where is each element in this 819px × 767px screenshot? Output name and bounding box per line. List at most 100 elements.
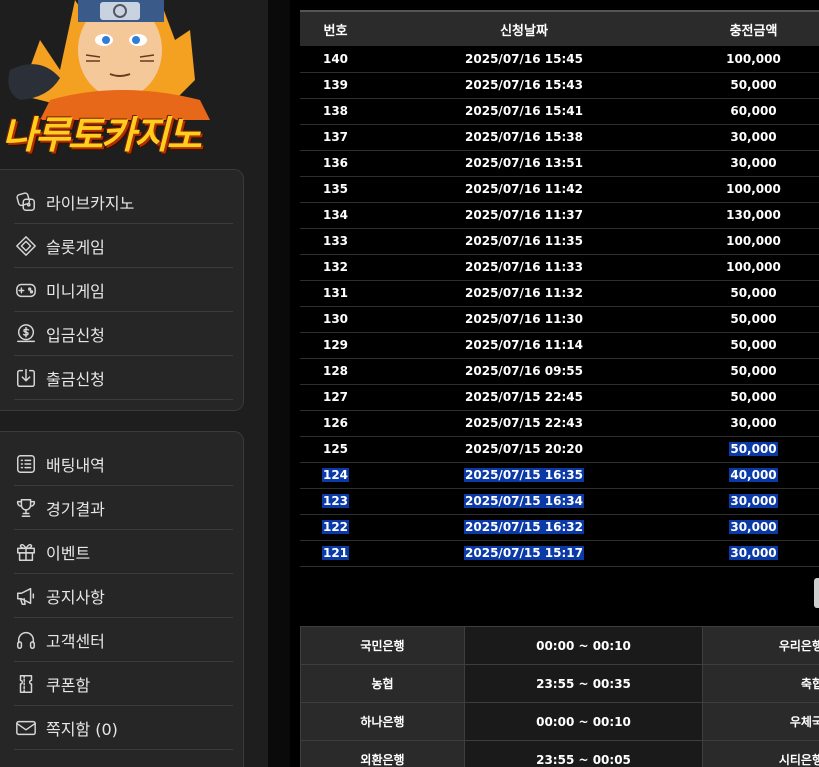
table-row: 134 2025/07/16 11:37 130,000 — [300, 202, 819, 229]
table-row: 122 2025/07/15 16:32 30,000 — [300, 514, 819, 541]
cell-charge-amount-text: 30,000 — [730, 130, 777, 144]
sidebar-divider — [268, 0, 290, 767]
cell-request-date: 2025/07/16 15:41 — [371, 98, 677, 125]
maintenance-hours: 00:00 ~ 00:10 — [464, 626, 703, 665]
menu-item-coupon-box[interactable]: 쿠폰함 — [14, 662, 233, 706]
table-row: 121 2025/07/15 15:17 30,000 — [300, 540, 819, 567]
cell-charge-amount: 100,000 — [677, 46, 819, 73]
bank-name-second: 시티은행 — [702, 740, 819, 767]
menu-item-mini-game[interactable]: 미니게임 — [14, 268, 233, 312]
cell-charge-amount: 40,000 — [677, 462, 819, 489]
menu-item-deposit[interactable]: 입금신청 — [14, 312, 233, 356]
cell-request-date: 2025/07/15 15:17 — [371, 540, 677, 567]
cell-request-date: 2025/07/16 15:43 — [371, 72, 677, 99]
cell-charge-amount-text: 50,000 — [730, 390, 777, 404]
cell-number-text: 121 — [321, 546, 350, 560]
casino-chip-icon — [14, 190, 38, 214]
cell-charge-amount-text: 50,000 — [729, 442, 778, 456]
menu-item-bet-history[interactable]: 배팅내역 — [14, 442, 233, 486]
cell-charge-amount-text: 60,000 — [730, 104, 777, 118]
table-row: 135 2025/07/16 11:42 100,000 — [300, 176, 819, 203]
cell-request-date-text: 2025/07/16 11:30 — [465, 312, 583, 326]
table-header-row: 번호 신청날짜 충전금액 — [300, 10, 819, 46]
table-row: 139 2025/07/16 15:43 50,000 — [300, 72, 819, 99]
cell-number: 130 — [300, 306, 371, 333]
cell-number: 139 — [300, 72, 371, 99]
deposit-table-body: 140 2025/07/16 15:45 100,000 139 2025/07/16 … — [300, 46, 819, 567]
cell-number: 125 — [300, 436, 371, 463]
cell-charge-amount-text: 50,000 — [730, 338, 777, 352]
cell-number-text: 126 — [322, 416, 349, 430]
cell-number-text: 122 — [321, 520, 350, 534]
bank-maintenance-table: 국민은행 00:00 ~ 00:10 우리은행 농협 23:55 ~ 00:35 축협 하나… — [300, 626, 819, 767]
cell-number-text: 136 — [322, 156, 349, 170]
cell-charge-amount-text: 100,000 — [726, 260, 781, 274]
bank-name: 외환은행 — [300, 740, 465, 767]
maintenance-hours: 23:55 ~ 00:05 — [464, 740, 703, 767]
cell-number: 132 — [300, 254, 371, 281]
cell-charge-amount: 100,000 — [677, 228, 819, 255]
cell-number-text: 138 — [322, 104, 349, 118]
cell-number: 122 — [300, 514, 371, 541]
logo-text: 나루토카지노 — [2, 113, 202, 157]
cell-charge-amount: 50,000 — [677, 332, 819, 359]
maintenance-hours: 23:55 ~ 00:35 — [464, 664, 703, 703]
cell-charge-amount-text: 30,000 — [730, 156, 777, 170]
bank-row: 국민은행 00:00 ~ 00:10 우리은행 — [300, 626, 819, 665]
cell-number: 127 — [300, 384, 371, 411]
cell-request-date-text: 2025/07/16 15:41 — [465, 104, 583, 118]
menu-item-match-results[interactable]: 경기결과 — [14, 486, 233, 530]
scroll-handle[interactable] — [814, 578, 819, 608]
cell-charge-amount: 30,000 — [677, 410, 819, 437]
table-row: 132 2025/07/16 11:33 100,000 — [300, 254, 819, 281]
menu-item-live-casino[interactable]: 라이브카지노 — [14, 180, 233, 224]
cell-charge-amount: 30,000 — [677, 514, 819, 541]
mail-icon — [14, 716, 38, 740]
bank-row: 외환은행 23:55 ~ 00:05 시티은행 — [300, 740, 819, 767]
cell-request-date-text: 2025/07/15 16:32 — [464, 520, 584, 534]
table-row: 130 2025/07/16 11:30 50,000 — [300, 306, 819, 333]
table-row: 137 2025/07/16 15:38 30,000 — [300, 124, 819, 151]
menu-item-message-box[interactable]: 쪽지함 (0) — [14, 706, 233, 750]
table-row: 133 2025/07/16 11:35 100,000 — [300, 228, 819, 255]
cell-charge-amount: 30,000 — [677, 150, 819, 177]
cell-request-date: 2025/07/16 13:51 — [371, 150, 677, 177]
logo[interactable]: 나루토카지노 — [0, 0, 268, 160]
cell-charge-amount: 30,000 — [677, 124, 819, 151]
cell-request-date-text: 2025/07/16 11:14 — [465, 338, 583, 352]
gift-icon — [14, 540, 38, 564]
cell-number: 121 — [300, 540, 371, 567]
cell-charge-amount: 60,000 — [677, 98, 819, 125]
cell-number-text: 135 — [322, 182, 349, 196]
bank-name: 국민은행 — [300, 626, 465, 665]
table-row: 124 2025/07/15 16:35 40,000 — [300, 462, 819, 489]
cell-charge-amount: 30,000 — [677, 488, 819, 515]
cell-number: 137 — [300, 124, 371, 151]
cell-charge-amount-text: 30,000 — [729, 494, 778, 508]
menu-item-slot-game[interactable]: 슬롯게임 — [14, 224, 233, 268]
cell-charge-amount: 50,000 — [677, 306, 819, 333]
cell-number: 129 — [300, 332, 371, 359]
cell-number: 124 — [300, 462, 371, 489]
list-icon — [14, 452, 38, 476]
cell-request-date: 2025/07/16 11:14 — [371, 332, 677, 359]
menu-item-customer-center[interactable]: 고객센터 — [14, 618, 233, 662]
header-charge-amount: 충전금액 — [677, 10, 819, 46]
dollar-coin-icon — [14, 322, 38, 346]
cell-number: 140 — [300, 46, 371, 73]
bank-name: 농협 — [300, 664, 465, 703]
cell-charge-amount: 50,000 — [677, 436, 819, 463]
table-row: 129 2025/07/16 11:14 50,000 — [300, 332, 819, 359]
menu-item-notice[interactable]: 공지사항 — [14, 574, 233, 618]
cell-request-date-text: 2025/07/16 11:37 — [465, 208, 583, 222]
cell-request-date-text: 2025/07/16 15:43 — [465, 78, 583, 92]
cell-charge-amount: 130,000 — [677, 202, 819, 229]
cell-number: 135 — [300, 176, 371, 203]
menu-item-event[interactable]: 이벤트 — [14, 530, 233, 574]
cell-charge-amount: 100,000 — [677, 254, 819, 281]
cell-number: 138 — [300, 98, 371, 125]
sidebar: 나루토카지노 라이브카지노 슬롯게임 미니게임 입금신청 출금신청 배팅내역 경… — [0, 0, 268, 767]
menu-item-withdraw[interactable]: 출금신청 — [14, 356, 233, 400]
table-row: 125 2025/07/15 20:20 50,000 — [300, 436, 819, 463]
cell-request-date-text: 2025/07/16 09:55 — [465, 364, 583, 378]
